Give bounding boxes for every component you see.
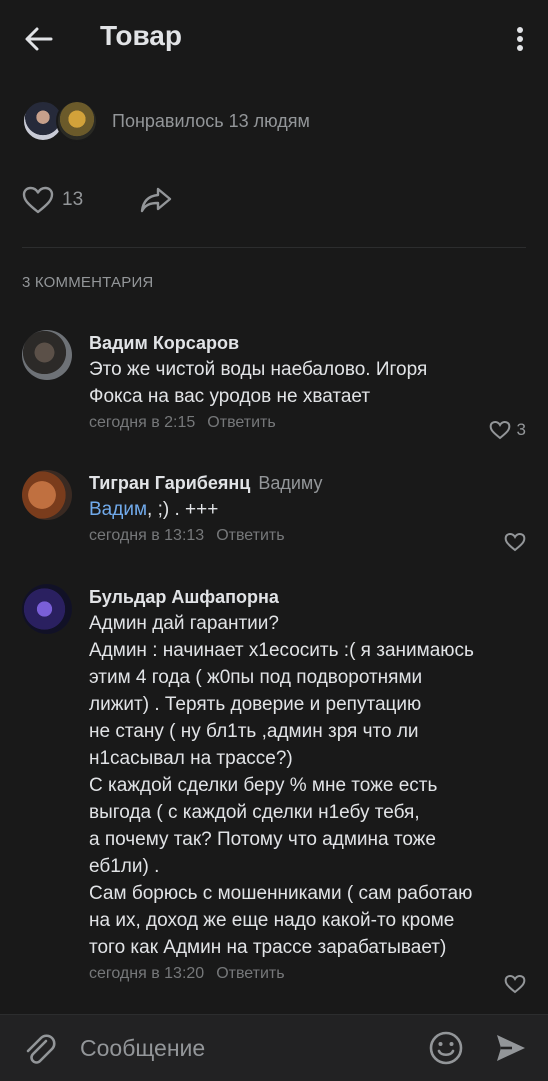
comment-like-button[interactable] xyxy=(504,974,526,994)
send-icon[interactable] xyxy=(494,1031,528,1065)
mention-link[interactable]: Вадим xyxy=(89,499,147,520)
heart-icon xyxy=(504,974,526,994)
comment-author[interactable]: Вадим Корсаров xyxy=(89,330,526,356)
comment-like-button[interactable] xyxy=(504,532,526,552)
avatar[interactable] xyxy=(22,584,72,634)
top-bar: Товар xyxy=(0,0,548,76)
comment: Вадим Корсаров Это же чистой воды наебал… xyxy=(22,330,526,440)
comment-time: сегодня в 2:15 xyxy=(89,414,196,431)
comment-like-button[interactable]: 3 xyxy=(489,420,526,440)
share-icon[interactable] xyxy=(139,186,173,214)
comment-text: Админ дай гарантии? Админ : начинает х1е… xyxy=(89,613,474,958)
emoji-icon[interactable] xyxy=(427,1029,465,1067)
comment-time: сегодня в 13:20 xyxy=(89,965,205,982)
avatar[interactable] xyxy=(22,330,72,380)
heart-icon[interactable] xyxy=(22,185,54,215)
comment-like-count: 3 xyxy=(516,420,526,439)
arrow-left-icon[interactable] xyxy=(22,22,56,56)
comment: Бульдар Ашфапорна Админ дай гарантии? Ад… xyxy=(22,584,526,994)
comments-count-header: 3 КОММЕНТАРИЯ xyxy=(22,274,154,291)
paperclip-icon[interactable] xyxy=(22,1031,56,1067)
reply-to-label[interactable]: Вадиму xyxy=(258,473,322,493)
heart-icon xyxy=(504,532,526,552)
reply-button[interactable]: Ответить xyxy=(216,965,284,982)
reply-button[interactable]: Ответить xyxy=(207,414,275,431)
divider xyxy=(22,247,526,248)
comment: Тигран Гарибеянц Вадиму Вадим, ;) . +++ с… xyxy=(22,470,526,552)
page-title: Товар xyxy=(100,20,182,51)
post-actions: 13 xyxy=(22,180,173,220)
more-vertical-icon[interactable] xyxy=(506,22,534,56)
likes-summary: Понравилось 13 людям xyxy=(112,110,310,131)
comment-time: сегодня в 13:13 xyxy=(89,527,205,544)
comment-text: , ;) . +++ xyxy=(147,499,219,520)
avatar xyxy=(56,100,98,142)
comment-text: Это же чистой воды наебалово. Игоря Фокс… xyxy=(89,359,428,407)
reply-button[interactable]: Ответить xyxy=(216,527,284,544)
like-count: 13 xyxy=(62,189,84,210)
likers-row[interactable]: Понравилось 13 людям xyxy=(22,100,310,142)
heart-icon xyxy=(489,420,510,440)
comment-author[interactable]: Бульдар Ашфапорна xyxy=(89,584,526,610)
message-bar: Сообщение xyxy=(0,1014,548,1081)
avatar[interactable] xyxy=(22,470,72,520)
comment-author[interactable]: Тигран Гарибеянц xyxy=(89,473,250,493)
message-input[interactable]: Сообщение xyxy=(80,1035,205,1062)
